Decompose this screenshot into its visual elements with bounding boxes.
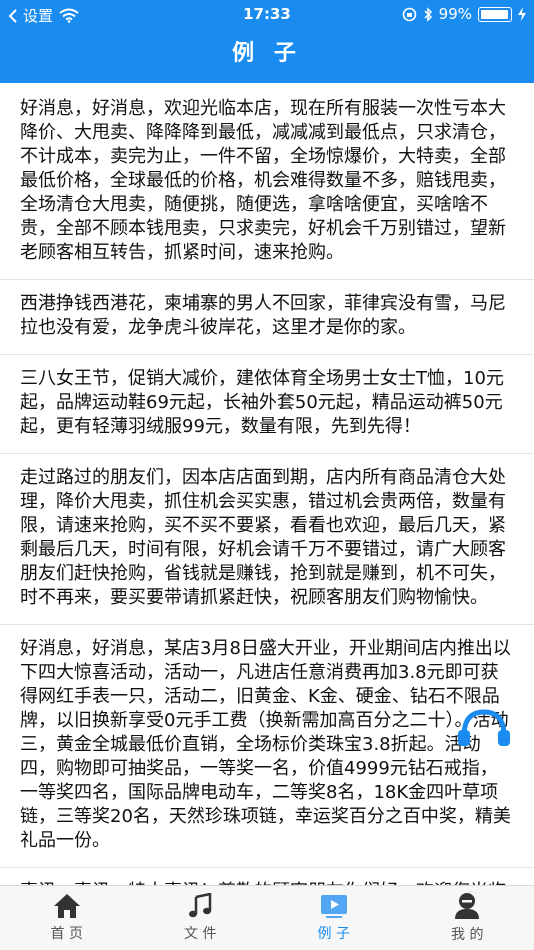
tab-files[interactable]: 文 件: [134, 886, 268, 950]
tab-label: 我 的: [451, 927, 484, 943]
user-icon: [455, 893, 480, 919]
status-bar: 设置 17:33 99%: [0, 0, 534, 28]
charging-icon: [518, 7, 526, 21]
tab-me[interactable]: 我 的: [401, 886, 534, 950]
post-list[interactable]: 好消息，好消息，欢迎光临本店，现在所有服装一次性亏本大降价、大甩卖、降降降到最低…: [0, 83, 534, 885]
home-icon: [53, 894, 80, 918]
list-item[interactable]: 好消息，好消息，欢迎光临本店，现在所有服装一次性亏本大降价、大甩卖、降降降到最低…: [0, 83, 534, 280]
tab-examples[interactable]: 例 子: [267, 886, 401, 950]
list-item[interactable]: 西港挣钱西港花，柬埔寨的男人不回家，菲律宾没有雪，马尼拉也没有爱，龙争虎斗彼岸花…: [0, 280, 534, 355]
nav-bar: 例 子: [0, 28, 534, 83]
tab-label: 首 页: [50, 926, 83, 942]
bluetooth-icon: [424, 6, 432, 22]
list-item[interactable]: 喜讯，喜讯，特大喜讯！尊敬的顾客朋友你们好，欢迎您光临本店！本店上百种商品现在厂…: [0, 868, 534, 885]
battery-percent: 99%: [438, 5, 472, 23]
rotation-lock-icon: [402, 7, 416, 21]
music-note-icon: [189, 893, 212, 918]
battery-icon: [478, 6, 512, 22]
tab-label: 例 子: [317, 926, 350, 942]
headphones-icon[interactable]: [454, 706, 514, 748]
status-right: 99%: [402, 5, 526, 23]
tab-label: 文 件: [184, 926, 217, 942]
video-icon: [320, 895, 347, 918]
page-title: 例 子: [232, 41, 302, 66]
tab-bar: 首 页 文 件 例 子 我 的: [0, 885, 534, 950]
list-item[interactable]: 走过路过的朋友们，因本店店面到期，店内所有商品清仓大处理，降价大甩卖，抓住机会买…: [0, 454, 534, 625]
tab-home[interactable]: 首 页: [0, 886, 134, 950]
list-item[interactable]: 三八女王节，促销大减价，建侬体育全场男士女士T恤，10元起，品牌运动鞋69元起，…: [0, 355, 534, 454]
